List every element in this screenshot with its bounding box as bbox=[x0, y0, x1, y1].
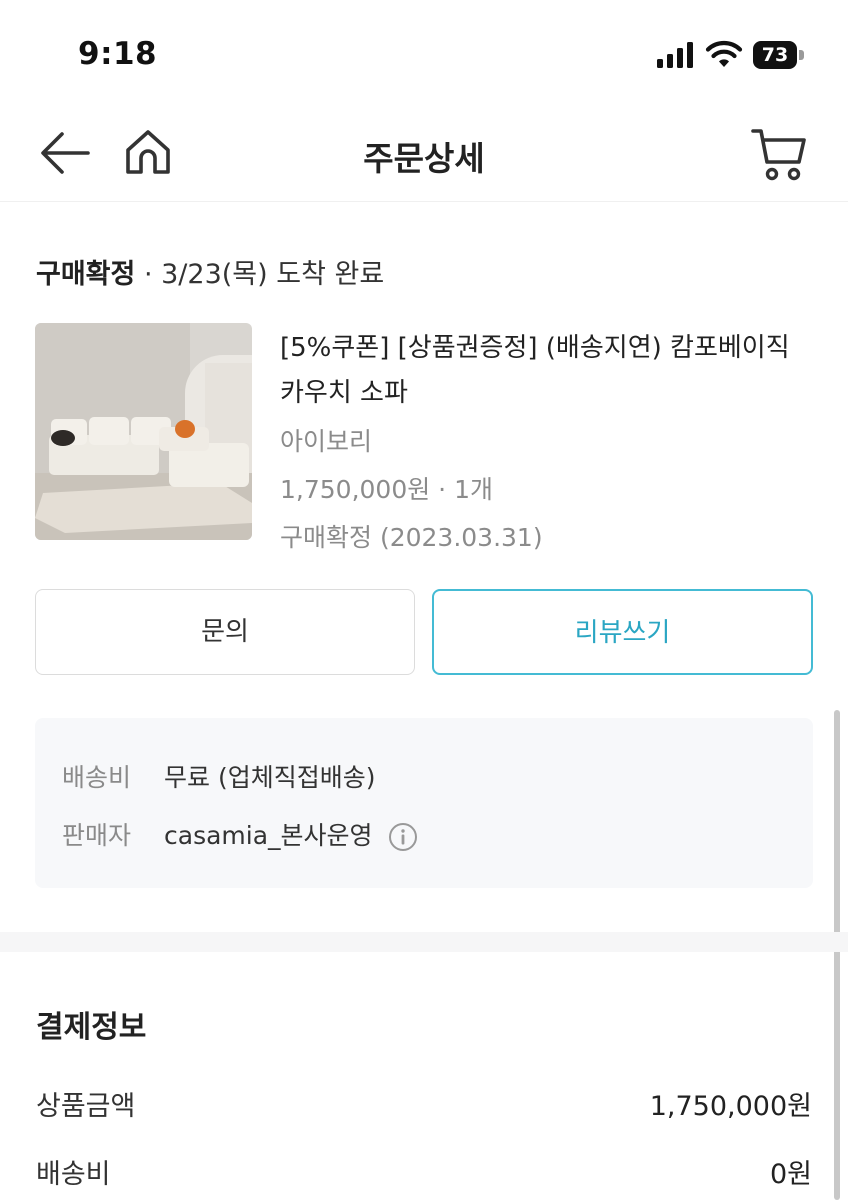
info-icon[interactable] bbox=[388, 822, 418, 852]
battery-level: 73 bbox=[753, 41, 797, 69]
product-thumbnail[interactable] bbox=[35, 323, 252, 540]
shipping-fee-row: 배송비 무료 (업체직접배송) bbox=[62, 758, 375, 794]
payment-info-title: 결제정보 bbox=[36, 1010, 147, 1045]
payment-row-product-amount: 상품금액 1,750,000원 bbox=[36, 1084, 812, 1123]
status-time: 9:18 bbox=[78, 36, 158, 72]
shipping-fee-label: 배송비 bbox=[62, 763, 132, 792]
nav-bar: 주문상세 bbox=[0, 110, 848, 202]
order-status: 구매확정 · 3/23(목) 도착 완료 bbox=[36, 252, 384, 291]
cart-icon[interactable] bbox=[750, 124, 808, 184]
payment-row-value: 1,750,000원 bbox=[649, 1091, 812, 1122]
order-status-detail: · 3/23(목) 도착 완료 bbox=[135, 259, 385, 290]
seller-value: casamia_본사운영 bbox=[164, 821, 373, 850]
order-status-label: 구매확정 bbox=[36, 259, 136, 290]
shipping-fee-value: 무료 (업체직접배송) bbox=[164, 763, 376, 792]
payment-row-label: 배송비 bbox=[36, 1159, 111, 1190]
product-price-qty: 1,750,000원 · 1개 bbox=[280, 475, 493, 504]
payment-row-label: 상품금액 bbox=[36, 1091, 136, 1122]
signal-icon bbox=[657, 42, 693, 68]
payment-row-value: 0원 bbox=[769, 1159, 812, 1190]
wifi-icon bbox=[705, 41, 743, 67]
section-divider bbox=[0, 932, 848, 952]
payment-row-shipping-fee: 배송비 0원 bbox=[36, 1152, 812, 1191]
write-review-button[interactable]: 리뷰쓰기 bbox=[432, 589, 813, 675]
product-name[interactable]: [5%쿠폰] [상품권증정] (배송지연) 캄포베이직 카우치 소파 bbox=[280, 326, 810, 416]
product-info: [5%쿠폰] [상품권증정] (배송지연) 캄포베이직 카우치 소파 아이보리 … bbox=[280, 326, 810, 556]
seller-row: 판매자 casamia_본사운영 bbox=[62, 816, 418, 852]
product-option: 아이보리 bbox=[280, 427, 373, 456]
scrollbar[interactable] bbox=[834, 710, 840, 1200]
status-bar: 9:18 73 bbox=[0, 0, 848, 110]
battery-icon: 73 bbox=[753, 41, 805, 71]
delivery-info-box: 배송비 무료 (업체직접배송) 판매자 casamia_본사운영 bbox=[35, 718, 813, 888]
product-confirm-status: 구매확정 (2023.03.31) bbox=[280, 523, 543, 552]
inquiry-button[interactable]: 문의 bbox=[35, 589, 415, 675]
page-title: 주문상세 bbox=[363, 139, 485, 178]
seller-label: 판매자 bbox=[62, 821, 132, 850]
